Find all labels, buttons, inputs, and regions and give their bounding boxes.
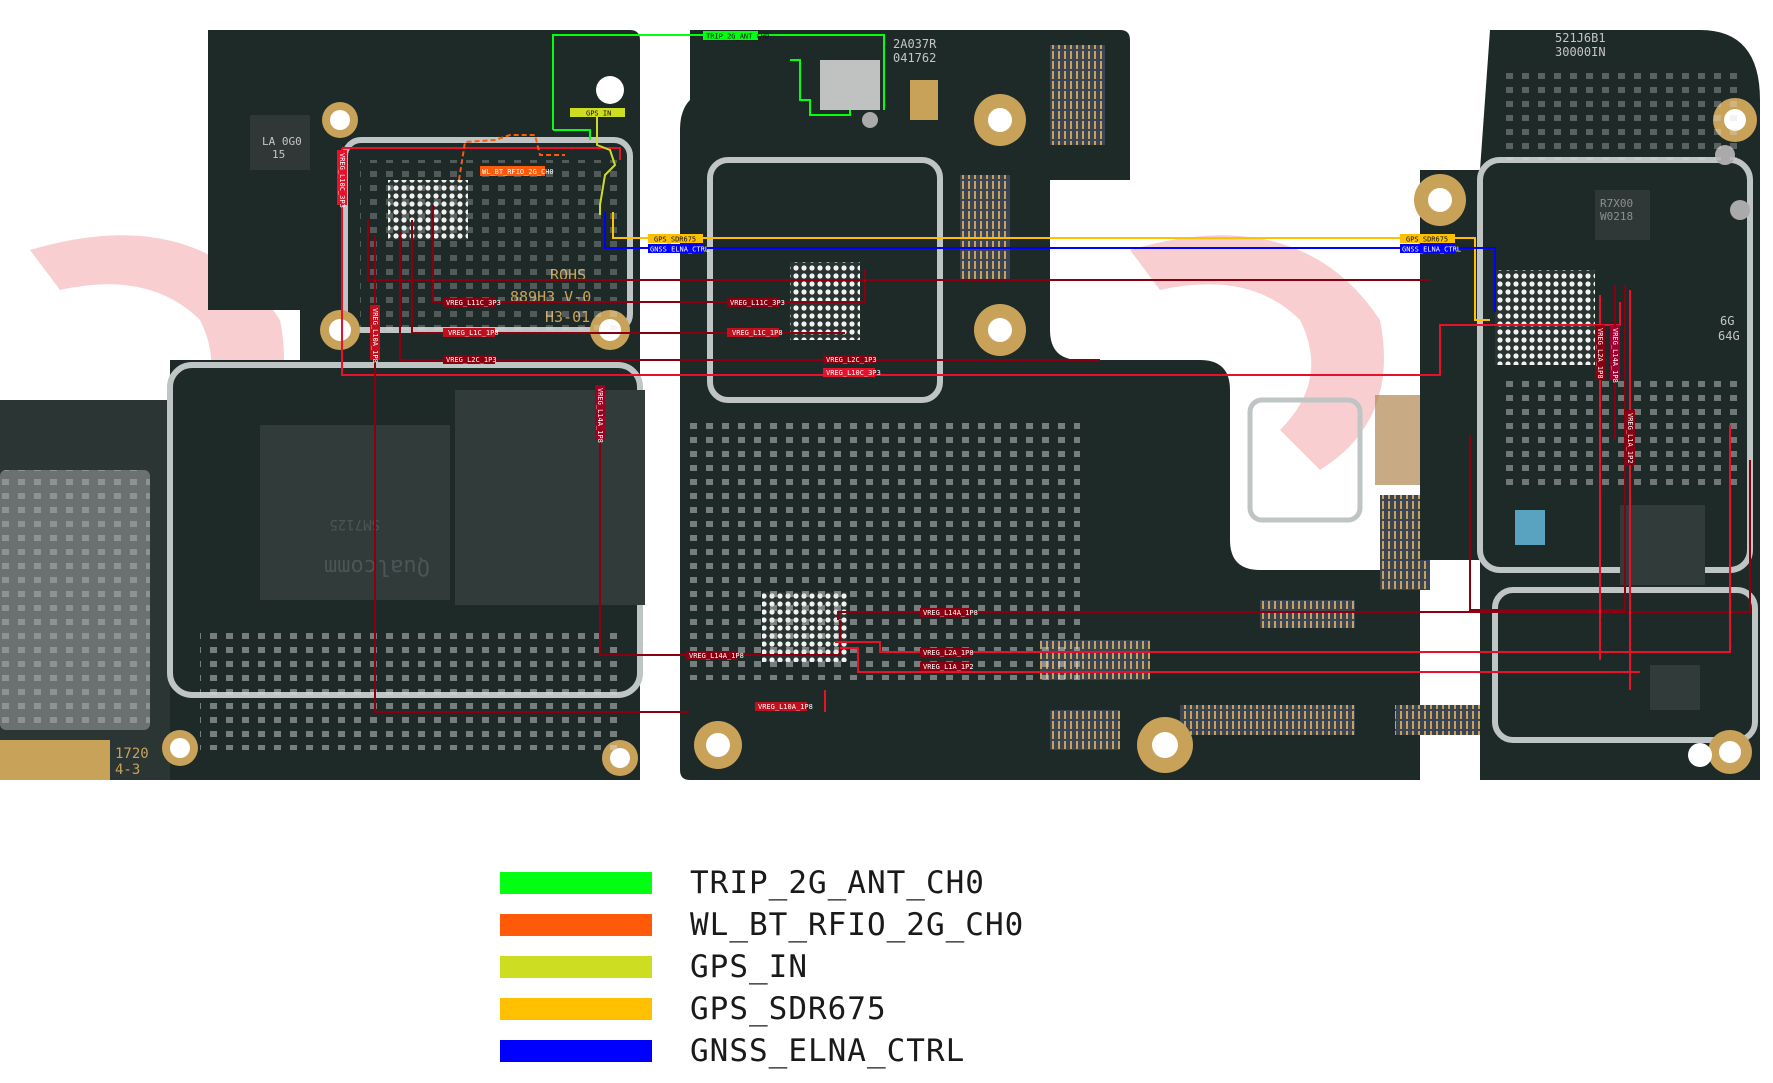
legend-label: GPS_SDR675: [690, 991, 887, 1027]
svg-text:W0218: W0218: [1600, 210, 1633, 223]
pcb-diagram: Qualcomm SM7125 LA 0G0 15 ROHS 889H3 V-0…: [0, 0, 1773, 800]
svg-text:VREG_L2A_1P8: VREG_L2A_1P8: [923, 649, 974, 657]
svg-text:15: 15: [272, 148, 285, 161]
svg-text:6G: 6G: [1720, 314, 1734, 328]
svg-text:VREG_L11C_3P3: VREG_L11C_3P3: [446, 299, 501, 307]
vreg-label-vertical: VREG_L14A_1P8: [595, 385, 605, 443]
legend-swatch: [500, 914, 652, 936]
antenna-connector: [1730, 200, 1750, 220]
svg-text:VREG_L1C_1P8: VREG_L1C_1P8: [732, 329, 783, 337]
svg-text:VREG_L14A_1P8: VREG_L14A_1P8: [596, 388, 604, 443]
svg-text:VREG_L14A_1P8: VREG_L14A_1P8: [689, 652, 744, 660]
signal-label-gps-sdr-right: GPS_SDR675: [1400, 234, 1455, 244]
left-board: Qualcomm SM7125 LA 0G0 15 ROHS 889H3 V-0…: [0, 30, 645, 780]
memory-chip: [455, 390, 645, 605]
legend-label: GNSS_ELNA_CTRL: [690, 1033, 966, 1069]
svg-text:VREG_L14A_1P8: VREG_L14A_1P8: [1611, 328, 1619, 383]
svg-text:30000IN: 30000IN: [1555, 45, 1606, 59]
vreg-label: VREG_L1A_1P2: [920, 662, 974, 671]
svg-text:4-3: 4-3: [115, 762, 140, 778]
svg-text:VREG_L1A_1P2: VREG_L1A_1P2: [1626, 413, 1634, 464]
svg-text:TRIP_2G_ANT_CH0: TRIP_2G_ANT_CH0: [706, 33, 769, 41]
signal-label-trip-2g-ant: TRIP_2G_ANT_CH0: [703, 31, 769, 41]
vreg-label: VREG_L14A_1P8: [920, 608, 978, 617]
svg-text:GPS_SDR675: GPS_SDR675: [654, 236, 696, 244]
legend-item: GNSS_ELNA_CTRL: [500, 1030, 1024, 1072]
vreg-label-vertical: VREG_L1A_1P2: [1625, 410, 1635, 465]
svg-text:2A037R: 2A037R: [893, 37, 937, 51]
legend-label: TRIP_2G_ANT_CH0: [690, 865, 985, 901]
qr-code: [820, 60, 880, 110]
svg-text:VREG_L10A_1P8: VREG_L10A_1P8: [371, 308, 379, 363]
vreg-label: VREG_L10A_1P8: [755, 702, 813, 711]
vreg-label: VREG_L14A_1P8: [686, 651, 744, 660]
svg-text:GPS_SDR675: GPS_SDR675: [1406, 236, 1448, 244]
signal-label-gps-in: GPS_IN: [570, 108, 625, 118]
antenna-connector: [862, 112, 878, 128]
signal-label-wl-bt: WL_BT_RFIO_2G_CH0: [480, 166, 554, 176]
display-connector: [1180, 705, 1355, 735]
vreg-label: VREG_L2C_1P3: [823, 355, 877, 364]
legend-item: WL_BT_RFIO_2G_CH0: [500, 904, 1024, 946]
crystal: [910, 80, 938, 120]
svg-text:521J6B1: 521J6B1: [1555, 31, 1606, 45]
vreg-label-vertical: VREG_L14A_1P8: [1610, 325, 1620, 383]
legend-swatch: [500, 1040, 652, 1062]
svg-text:R7X00: R7X00: [1600, 197, 1633, 210]
wcd-chip: [1650, 665, 1700, 710]
vreg-label: VREG_L2A_1P8: [920, 648, 974, 657]
vreg-label: VREG_L10C_3P3: [823, 368, 881, 377]
legend-swatch: [500, 956, 652, 978]
svg-text:VREG_L10C_3P3: VREG_L10C_3P3: [826, 369, 881, 377]
vreg-label: VREG_L11C_3P3: [443, 298, 501, 307]
vreg-label: VREG_L1C_1P8: [443, 328, 499, 337]
vreg-label-vertical: VREG_L10C_3P3: [337, 150, 347, 208]
svg-text:GNSS_ELNA_CTRL: GNSS_ELNA_CTRL: [650, 246, 709, 254]
svg-text:GNSS_ELNA_CTRL: GNSS_ELNA_CTRL: [1402, 246, 1461, 254]
svg-text:LA 0G0: LA 0G0: [262, 135, 302, 148]
legend-label: WL_BT_RFIO_2G_CH0: [690, 907, 1025, 943]
svg-text:VREG_L1A_1P2: VREG_L1A_1P2: [923, 663, 974, 671]
svg-text:VREG_L10C_3P3: VREG_L10C_3P3: [338, 153, 346, 208]
svg-text:VREG_L11C_3P3: VREG_L11C_3P3: [730, 299, 785, 307]
signal-label-gnss-left: GNSS_ELNA_CTRL: [648, 244, 709, 254]
svg-text:1720: 1720: [115, 746, 149, 762]
legend: TRIP_2G_ANT_CH0 WL_BT_RFIO_2G_CH0 GPS_IN…: [500, 862, 1024, 1072]
board-connector: [1050, 45, 1105, 145]
signal-label-gps-sdr-left: GPS_SDR675: [648, 234, 703, 244]
svg-text:VREG_L2C_1P3: VREG_L2C_1P3: [826, 356, 877, 364]
transceiver-bga: [1495, 270, 1595, 365]
legend-item: TRIP_2G_ANT_CH0: [500, 862, 1024, 904]
legend-swatch: [500, 872, 652, 894]
vreg-label: VREG_L11C_3P3: [727, 298, 785, 307]
svg-text:WL_BT_RFIO_2G_CH0: WL_BT_RFIO_2G_CH0: [482, 168, 554, 176]
svg-text:VREG_L2C_1P3: VREG_L2C_1P3: [446, 356, 497, 364]
right-board: R7X00 W0218 521J6B1 30000IN 6G 64G: [1414, 30, 1760, 780]
svg-text:64G: 64G: [1718, 329, 1740, 343]
pcb-svg: Qualcomm SM7125 LA 0G0 15 ROHS 889H3 V-0…: [0, 30, 1760, 780]
svg-text:041762: 041762: [893, 51, 936, 65]
svg-text:VREG_L10A_1P8: VREG_L10A_1P8: [758, 703, 813, 711]
board-connector: [960, 175, 1010, 280]
skyworks-chip: [1620, 505, 1705, 585]
vreg-label: VREG_L2C_1P3: [443, 355, 497, 364]
vreg-label: VREG_L1C_1P8: [727, 328, 783, 337]
svg-text:Qualcomm: Qualcomm: [324, 554, 430, 579]
svg-text:SM7125: SM7125: [329, 516, 380, 532]
svg-text:VREG_L14A_1P8: VREG_L14A_1P8: [923, 609, 978, 617]
vreg-label-vertical: VREG_L2A_1P8: [1595, 325, 1605, 380]
legend-item: GPS_IN: [500, 946, 1024, 988]
vreg-label-vertical: VREG_L10A_1P8: [370, 305, 380, 363]
svg-text:GPS_IN: GPS_IN: [586, 110, 611, 118]
legend-item: GPS_SDR675: [500, 988, 1024, 1030]
legend-label: GPS_IN: [690, 949, 808, 985]
svg-text:VREG_L2A_1P8: VREG_L2A_1P8: [1596, 328, 1604, 379]
signal-label-gnss-right: GNSS_ELNA_CTRL: [1400, 244, 1461, 254]
svg-text:VREG_L1C_1P8: VREG_L1C_1P8: [448, 329, 499, 337]
legend-swatch: [500, 998, 652, 1020]
